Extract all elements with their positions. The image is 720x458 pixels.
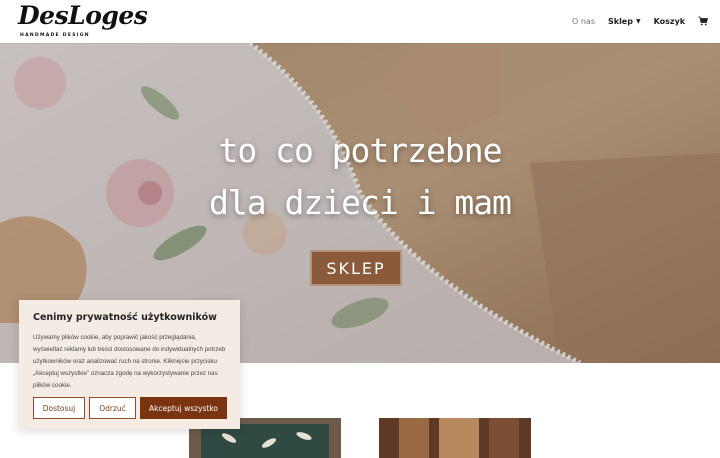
customize-button[interactable]: Dostosuj [33, 397, 85, 419]
cookie-consent-panel: Cenimy prywatność użytkowników Używamy p… [19, 300, 240, 429]
hero-heading-line-2: dla dzieci i mam [209, 183, 512, 222]
site-logo[interactable]: DesLoges HANDMADE DESIGN [18, 1, 148, 41]
nav-item-koszyk[interactable]: Koszyk [654, 17, 686, 26]
cookie-title: Cenimy prywatność użytkowników [33, 312, 217, 323]
nav-item-sklep[interactable]: Sklep ▼ [608, 17, 641, 26]
nav-label: O nas [572, 16, 595, 26]
main-nav: O nas Sklep ▼ Koszyk [572, 16, 709, 26]
accept-all-button[interactable]: Akceptuj wszystko [140, 397, 227, 419]
hero-heading-line-1: to co potrzebne [218, 131, 502, 170]
logo-subtitle: HANDMADE DESIGN [20, 33, 90, 38]
nav-label: Koszyk [653, 16, 686, 26]
nav-item-o-nas[interactable]: O nas [572, 17, 595, 26]
shop-button[interactable]: SKLEP [310, 250, 402, 286]
logo-text: DesLoges [18, 1, 148, 30]
chevron-down-icon: ▼ [635, 17, 641, 25]
cart-icon[interactable] [698, 16, 709, 26]
product-card-image[interactable] [379, 418, 531, 458]
product-image [379, 418, 531, 458]
nav-label: Sklep [607, 16, 633, 26]
cookie-description: Używamy plików cookie, aby poprawić jako… [33, 334, 226, 389]
reject-button[interactable]: Odrzuć [89, 397, 136, 419]
cookie-buttons: Dostosuj Odrzuć Akceptuj wszystko [33, 397, 231, 419]
site-header: DesLoges HANDMADE DESIGN O nas Sklep ▼ K… [0, 0, 720, 43]
